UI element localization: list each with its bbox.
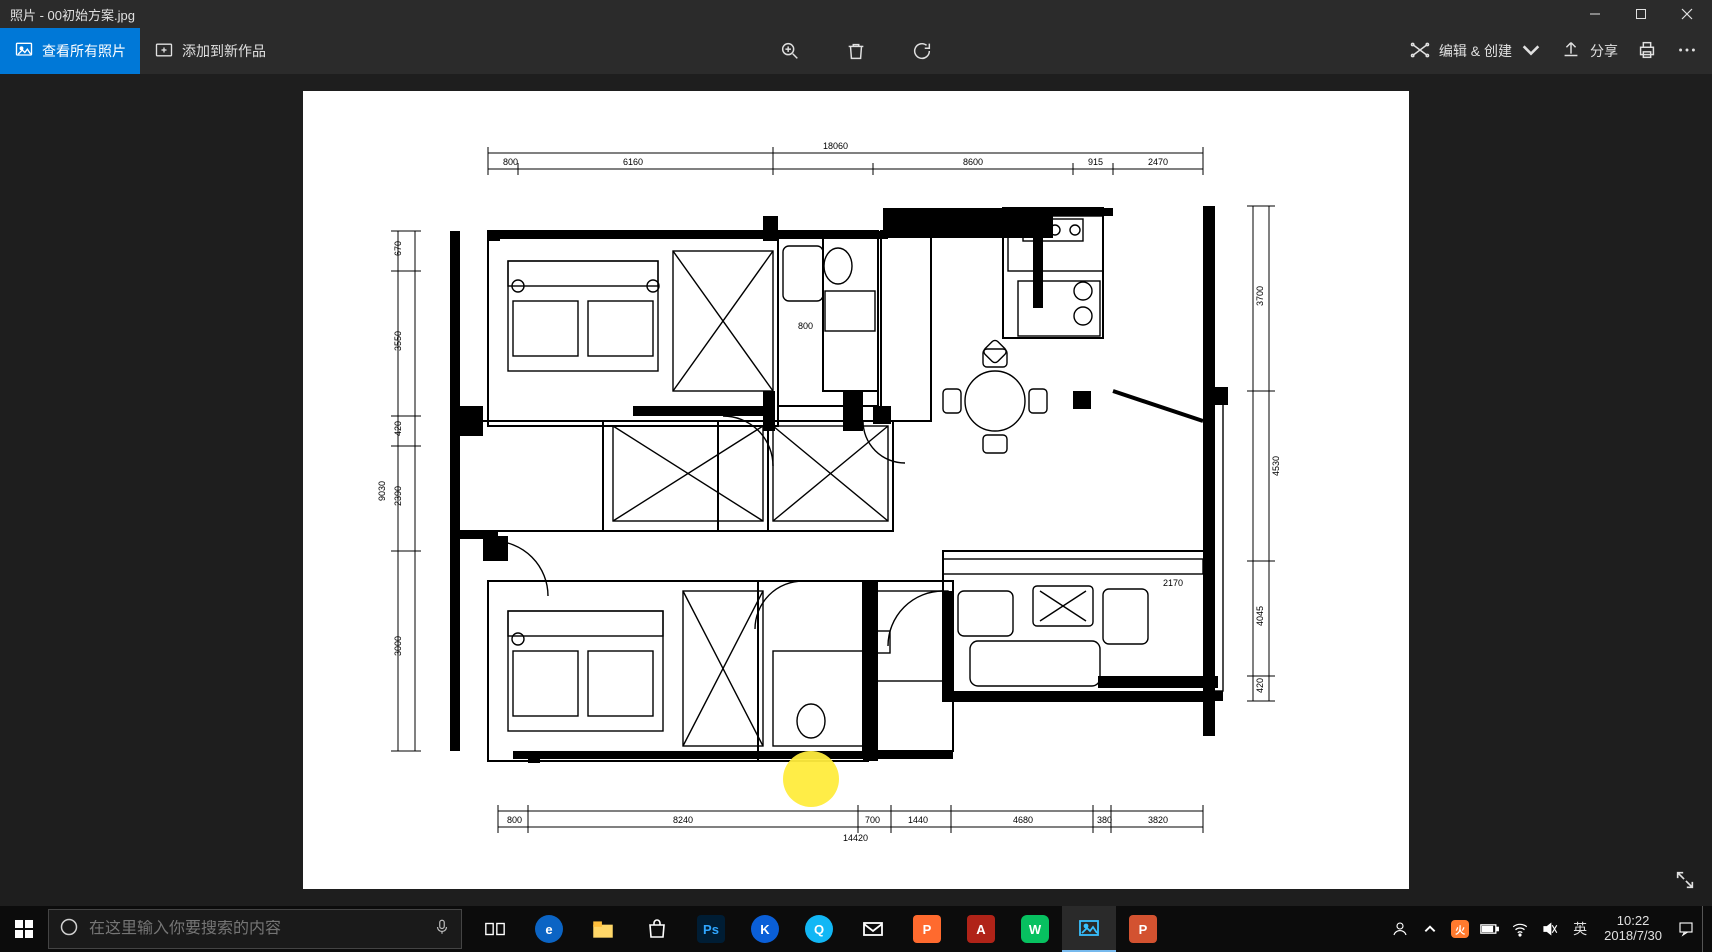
share-label: 分享 [1590,41,1618,61]
taskbar-app-autocad[interactable]: A [954,906,1008,952]
chevron-down-icon [1520,39,1542,64]
close-button[interactable] [1664,0,1710,28]
svg-text:14420: 14420 [843,833,868,843]
tray-ime[interactable]: 英 [1566,906,1594,952]
print-button[interactable] [1636,39,1658,64]
search-input[interactable] [89,920,423,938]
cortana-icon [59,917,79,942]
microphone-icon[interactable] [433,918,451,941]
svg-text:18060: 18060 [823,141,848,151]
svg-text:8240: 8240 [673,815,693,825]
minimize-button[interactable] [1572,0,1618,28]
taskbar: e Ps K Q P A W P 火 [0,906,1712,952]
tray-clock[interactable]: 10:22 2018/7/30 [1596,914,1670,944]
svg-text:2470: 2470 [1148,157,1168,167]
taskbar-app-powerpoint[interactable]: P [1116,906,1170,952]
svg-text:800: 800 [507,815,522,825]
svg-text:670: 670 [393,241,403,256]
view-all-label: 查看所有照片 [42,41,126,61]
svg-text:3000: 3000 [393,636,403,656]
taskbar-app-photos[interactable] [1062,906,1116,952]
window-title: 照片 - 00初始方案.jpg [10,5,135,24]
floorplan-image: 800 6160 18060 8600 915 2470 [303,91,1409,889]
svg-text:380: 380 [1097,815,1112,825]
fullscreen-button[interactable] [1674,869,1696,896]
tray-battery-icon[interactable] [1476,906,1504,952]
svg-text:1440: 1440 [908,815,928,825]
toolbar-center [775,40,937,62]
taskbar-app-photoshop[interactable]: Ps [684,906,738,952]
clock-time: 10:22 [1617,914,1650,929]
delete-button[interactable] [841,40,871,62]
tray-volume-icon[interactable] [1536,906,1564,952]
taskbar-app-edge[interactable]: e [522,906,576,952]
svg-text:2390: 2390 [393,486,403,506]
svg-text:3820: 3820 [1148,815,1168,825]
svg-text:3550: 3550 [393,331,403,351]
taskbar-app-wechat[interactable]: W [1008,906,1062,952]
svg-text:4680: 4680 [1013,815,1033,825]
tray-chevron-up-icon[interactable] [1416,906,1444,952]
maximize-button[interactable] [1618,0,1664,28]
svg-text:4530: 4530 [1271,456,1281,476]
photo-canvas: 800 6160 18060 8600 915 2470 [303,91,1409,889]
add-to-collection-button[interactable]: 添加到新作品 [140,28,280,74]
edit-icon [1409,39,1431,64]
more-icon [1676,39,1698,64]
taskbar-app-store[interactable] [630,906,684,952]
system-tray: 火 英 10:22 2018/7/30 [1386,906,1712,952]
taskbar-app-kugou[interactable]: K [738,906,792,952]
taskbar-apps: e Ps K Q P A W P [468,906,1170,952]
print-icon [1636,39,1658,64]
more-button[interactable] [1676,39,1698,64]
taskbar-app-qq[interactable]: Q [792,906,846,952]
svg-text:3700: 3700 [1255,286,1265,306]
rotate-button[interactable] [907,40,937,62]
svg-text:700: 700 [865,815,880,825]
zoom-button[interactable] [775,40,805,62]
taskbar-app-wps[interactable]: P [900,906,954,952]
show-desktop-button[interactable] [1702,906,1708,952]
svg-text:9030: 9030 [377,481,387,501]
svg-text:6160: 6160 [623,157,643,167]
edit-create-label: 编辑 & 创建 [1439,41,1512,61]
share-button[interactable]: 分享 [1560,39,1618,64]
start-button[interactable] [0,906,48,952]
clock-date: 2018/7/30 [1604,929,1662,944]
share-icon [1560,39,1582,64]
svg-text:800: 800 [503,157,518,167]
svg-text:800: 800 [798,321,813,331]
taskbar-search[interactable] [48,909,462,949]
svg-text:2170: 2170 [1163,578,1183,588]
app-toolbar: 查看所有照片 添加到新作品 编辑 & 创建 [0,28,1712,74]
svg-text:4045: 4045 [1255,606,1265,626]
window-titlebar: 照片 - 00初始方案.jpg [0,0,1712,28]
taskbar-app-explorer[interactable] [576,906,630,952]
tray-app-1[interactable]: 火 [1446,906,1474,952]
svg-text:8600: 8600 [963,157,983,167]
svg-text:915: 915 [1088,157,1103,167]
view-all-photos-button[interactable]: 查看所有照片 [0,28,140,74]
svg-text:420: 420 [1255,678,1265,693]
tray-wifi-icon[interactable] [1506,906,1534,952]
caption-buttons [1572,0,1710,28]
photo-viewer[interactable]: 800 6160 18060 8600 915 2470 [0,74,1712,906]
tray-people[interactable] [1386,906,1414,952]
taskbar-app-mail[interactable] [846,906,900,952]
add-collection-icon [154,40,174,63]
tray-action-center-icon[interactable] [1672,906,1700,952]
image-icon [14,40,34,63]
svg-text:420: 420 [393,421,403,436]
add-to-collection-label: 添加到新作品 [182,41,266,61]
task-view-button[interactable] [468,906,522,952]
cursor-highlight [783,751,839,807]
edit-create-button[interactable]: 编辑 & 创建 [1409,39,1542,64]
